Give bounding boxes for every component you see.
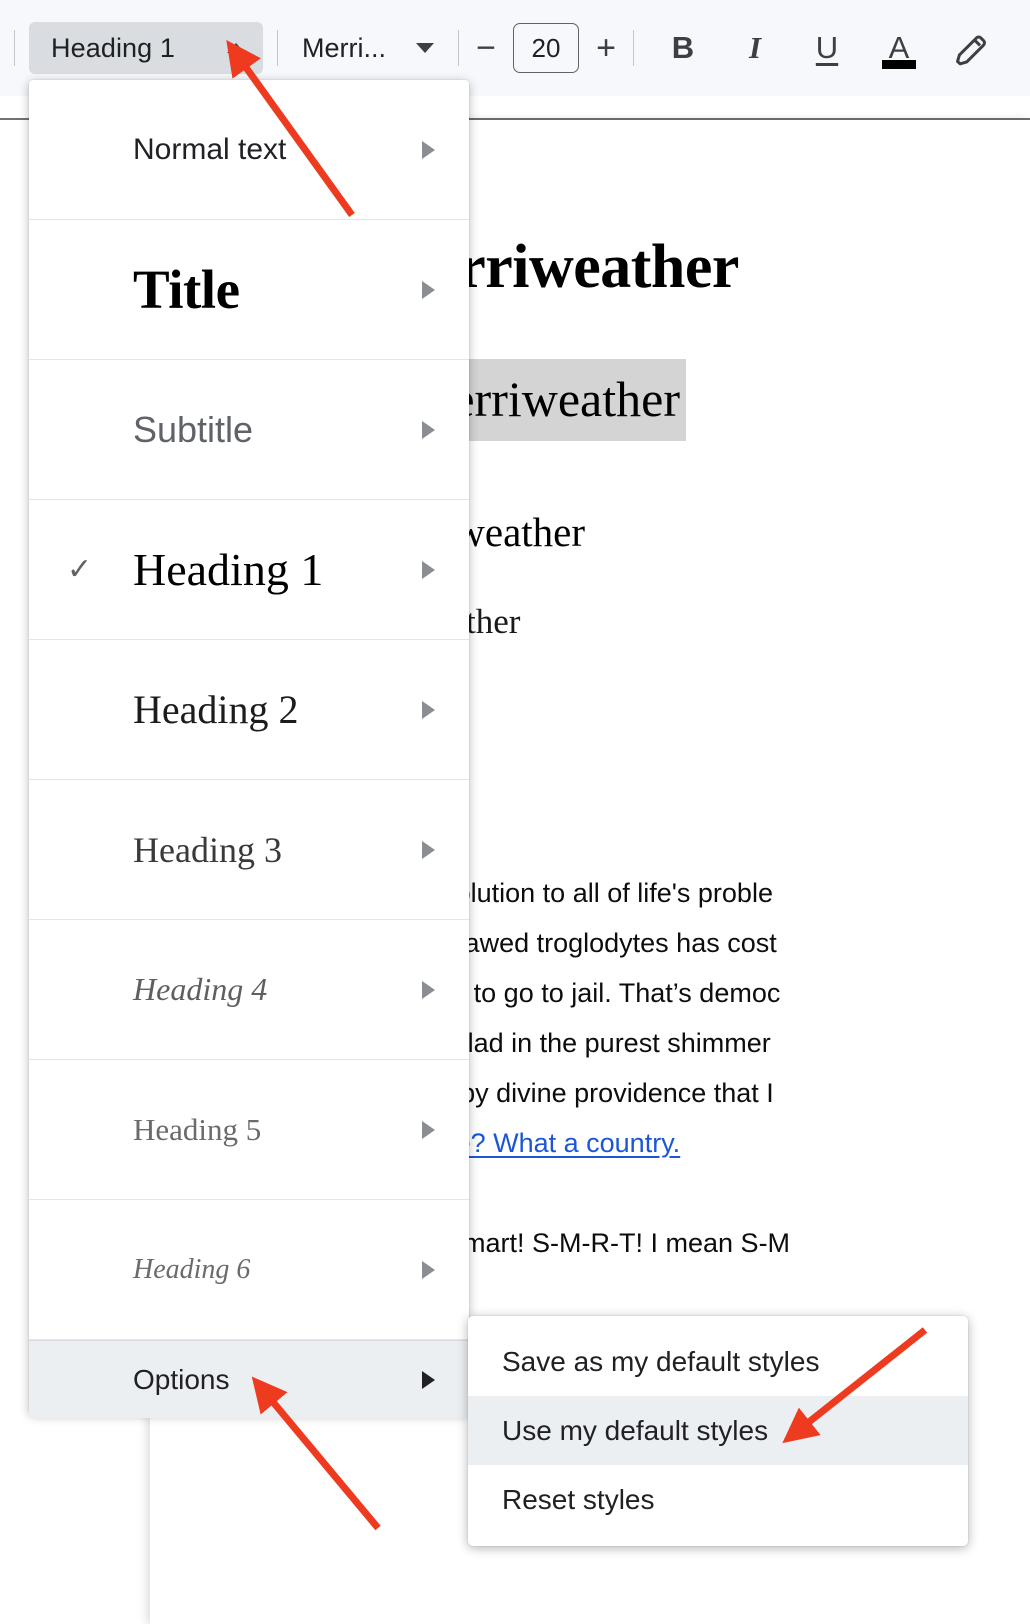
chevron-right-icon	[422, 1260, 435, 1279]
options-submenu: Save as my default styles Use my default…	[468, 1316, 968, 1546]
text-color-swatch	[882, 60, 916, 69]
menu-item-heading-1[interactable]: ✓ Heading 1	[29, 500, 469, 640]
menu-item-title[interactable]: Title	[29, 220, 469, 360]
toolbar-divider	[14, 30, 15, 66]
menu-item-label: Heading 3	[133, 829, 282, 870]
menu-item-options[interactable]: Options	[29, 1340, 469, 1418]
bold-button[interactable]: B	[662, 24, 704, 72]
submenu-item-use-my-default-styles[interactable]: Use my default styles	[468, 1396, 968, 1465]
chevron-right-icon	[422, 980, 435, 999]
text-color-letter: A	[888, 30, 910, 66]
menu-item-heading-3[interactable]: Heading 3	[29, 780, 469, 920]
chevron-right-icon	[422, 280, 435, 299]
toolbar-divider	[277, 30, 278, 66]
paragraph-style-menu: Normal text Title Subtitle ✓ Heading 1 H…	[29, 80, 469, 1418]
paragraph-style-button[interactable]: Heading 1	[29, 22, 263, 74]
increase-font-size-button[interactable]: +	[593, 31, 619, 65]
font-family-label: Merri...	[302, 32, 386, 63]
text-color-button[interactable]: A	[878, 24, 920, 72]
toolbar-divider	[633, 30, 634, 66]
docs-editor-screen: Heading 1 Merri... − 20 + B I U A Merriw…	[0, 0, 1030, 1624]
menu-item-label: Options	[133, 1363, 230, 1395]
menu-item-label: Heading 6	[133, 1253, 251, 1285]
paragraph-style-label: Heading 1	[51, 32, 175, 63]
menu-item-heading-5[interactable]: Heading 5	[29, 1060, 469, 1200]
menu-item-label: Subtitle	[133, 408, 254, 450]
underline-button[interactable]: U	[806, 24, 848, 72]
chevron-right-icon	[422, 700, 435, 719]
menu-item-label: Heading 5	[133, 1111, 262, 1147]
menu-item-label: Heading 4	[133, 971, 268, 1007]
font-size-input[interactable]: 20	[513, 23, 579, 73]
chevron-right-icon	[422, 560, 435, 579]
menu-item-label: Normal text	[133, 132, 287, 166]
italic-button[interactable]: I	[734, 24, 776, 72]
caret-down-icon	[416, 43, 434, 53]
highlighter-pen-icon[interactable]	[950, 24, 992, 72]
menu-item-label: Title	[133, 259, 240, 320]
font-family-button[interactable]: Merri...	[292, 22, 444, 74]
chevron-right-icon	[422, 1370, 435, 1389]
menu-item-heading-6[interactable]: Heading 6	[29, 1200, 469, 1340]
caret-up-icon	[227, 43, 245, 53]
menu-item-normal-text[interactable]: Normal text	[29, 80, 469, 220]
check-icon: ✓	[67, 552, 93, 586]
chevron-right-icon	[422, 140, 435, 159]
menu-item-heading-2[interactable]: Heading 2	[29, 640, 469, 780]
decrease-font-size-button[interactable]: −	[473, 31, 499, 65]
menu-item-subtitle[interactable]: Subtitle	[29, 360, 469, 500]
menu-item-label: Heading 1	[133, 544, 324, 595]
text-format-buttons: B I U A	[662, 24, 992, 72]
chevron-right-icon	[422, 1120, 435, 1139]
chevron-right-icon	[422, 840, 435, 859]
chevron-right-icon	[422, 420, 435, 439]
menu-item-label: Heading 2	[133, 687, 299, 732]
menu-item-heading-4[interactable]: Heading 4	[29, 920, 469, 1060]
submenu-item-reset-styles[interactable]: Reset styles	[468, 1465, 968, 1534]
submenu-item-save-as-my-default-styles[interactable]: Save as my default styles	[468, 1327, 968, 1396]
font-size-stepper: − 20 +	[473, 23, 619, 73]
toolbar-divider	[458, 30, 459, 66]
